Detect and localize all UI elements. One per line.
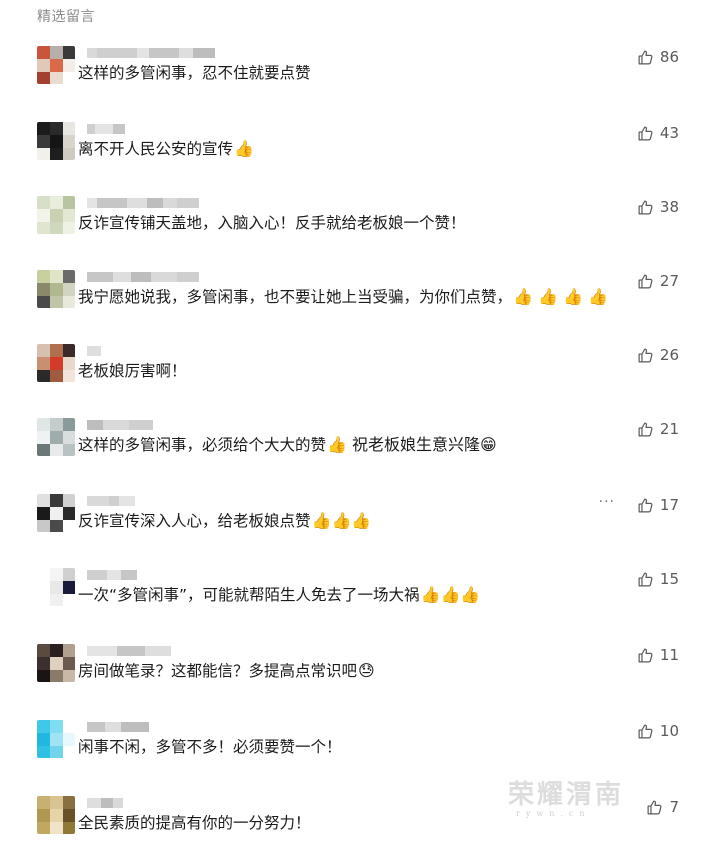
avatar[interactable] <box>37 418 75 456</box>
comment-body: 反诈宣传深入人心，给老板娘点赞 <box>78 512 311 530</box>
like-count: 26 <box>659 346 679 364</box>
comment-body: 这样的多管闲事，忍不住就要点赞 <box>78 64 311 82</box>
comment-text: 一次“多管闲事”，可能就帮陌生人免去了一场大祸👍👍👍 <box>78 584 480 606</box>
like-count: 38 <box>659 198 679 216</box>
comment-item[interactable]: 闲事不闲，多管不多！必须要赞一个！ 10 <box>0 720 705 780</box>
comment-emoji: 👍 祝老板娘生意兴隆😁 <box>327 435 497 454</box>
like-button[interactable]: 86 <box>637 48 679 66</box>
avatar[interactable] <box>37 46 75 84</box>
like-button[interactable]: 17 <box>637 496 679 514</box>
nickname-blurred <box>87 420 153 430</box>
thumbs-up-icon <box>637 723 654 740</box>
comment-body: 房间做笔录？这都能信？多提高点常识吧 <box>78 662 358 680</box>
comment-body: 一次“多管闲事”，可能就帮陌生人免去了一场大祸 <box>78 586 420 604</box>
thumbs-up-icon <box>637 347 654 364</box>
thumbs-up-icon <box>637 571 654 588</box>
avatar[interactable] <box>37 270 75 308</box>
avatar[interactable] <box>37 644 75 682</box>
comment-body: 离不开人民公安的宣传 <box>78 140 234 158</box>
nickname-blurred <box>87 124 125 134</box>
comment-text: 房间做笔录？这都能信？多提高点常识吧😓 <box>78 660 375 682</box>
nickname-blurred <box>87 198 199 208</box>
like-count: 27 <box>659 272 679 290</box>
like-count: 86 <box>659 48 679 66</box>
like-count: 21 <box>659 420 679 438</box>
like-button[interactable]: 38 <box>637 198 679 216</box>
comment-emoji: 😓 <box>358 661 375 680</box>
nickname-blurred <box>87 272 199 282</box>
comment-text: 这样的多管闲事，忍不住就要点赞 <box>78 62 311 84</box>
like-count: 17 <box>659 496 679 514</box>
nickname-blurred <box>87 646 171 656</box>
like-button[interactable]: 43 <box>637 124 679 142</box>
comment-item[interactable]: 这样的多管闲事，忍不住就要点赞 86 <box>0 46 705 106</box>
like-button[interactable]: 27 <box>637 272 679 290</box>
more-options-button[interactable]: ··· <box>599 494 615 510</box>
comment-item[interactable]: 反诈宣传铺天盖地，入脑入心！反手就给老板娘一个赞！ 38 <box>0 196 705 256</box>
comment-body: 反诈宣传铺天盖地，入脑入心！反手就给老板娘一个赞！ <box>78 214 466 232</box>
thumbs-up-icon <box>637 647 654 664</box>
watermark-logo: 荣耀渭南 <box>508 780 625 810</box>
thumbs-up-icon <box>637 199 654 216</box>
avatar[interactable] <box>37 196 75 234</box>
comment-body: 我宁愿她说我，多管闲事，也不要让她上当受骗，为你们点赞， <box>78 288 513 306</box>
like-button[interactable]: 7 <box>646 798 679 816</box>
thumbs-up-icon <box>637 273 654 290</box>
comment-body: 老板娘厉害啊！ <box>78 362 187 380</box>
avatar[interactable] <box>37 122 75 160</box>
comment-text: 这样的多管闲事，必须给个大大的赞👍 祝老板娘生意兴隆😁 <box>78 434 497 456</box>
comment-emoji: 👍👍👍 <box>420 585 481 604</box>
thumbs-up-icon <box>637 125 654 142</box>
like-button[interactable]: 10 <box>637 722 679 740</box>
nickname-blurred <box>87 346 101 356</box>
comment-body: 闲事不闲，多管不多！必须要赞一个！ <box>78 738 342 756</box>
thumbs-up-icon <box>637 49 654 66</box>
comment-text: 离不开人民公安的宣传👍 <box>78 138 254 160</box>
like-count: 15 <box>659 570 679 588</box>
avatar[interactable] <box>37 796 75 834</box>
thumbs-up-icon <box>646 799 663 816</box>
nickname-blurred <box>87 570 137 580</box>
nickname-blurred <box>87 48 215 58</box>
like-button[interactable]: 11 <box>637 646 679 664</box>
nickname-blurred <box>87 496 135 506</box>
comment-body: 全民素质的提高有你的一分努力！ <box>78 814 311 832</box>
comment-text: 闲事不闲，多管不多！必须要赞一个！ <box>78 736 342 758</box>
comment-item[interactable]: 这样的多管闲事，必须给个大大的赞👍 祝老板娘生意兴隆😁 21 <box>0 418 705 478</box>
nickname-blurred <box>87 722 149 732</box>
like-count: 10 <box>659 722 679 740</box>
thumbs-up-icon <box>637 421 654 438</box>
comment-text: 老板娘厉害啊！ <box>78 360 187 382</box>
avatar[interactable] <box>37 568 75 606</box>
comment-emoji: 👍 <box>234 139 254 158</box>
section-title: 精选留言 <box>37 9 95 25</box>
comment-emoji: 👍 👍 👍 👍 <box>513 287 608 306</box>
avatar[interactable] <box>37 344 75 382</box>
like-count: 11 <box>659 646 679 664</box>
comment-item[interactable]: 房间做笔录？这都能信？多提高点常识吧😓 11 <box>0 644 705 704</box>
comment-body: 这样的多管闲事，必须给个大大的赞 <box>78 436 327 454</box>
nickname-blurred <box>87 798 123 808</box>
comment-item[interactable]: 一次“多管闲事”，可能就帮陌生人免去了一场大祸👍👍👍 15 <box>0 568 705 628</box>
comment-text: 反诈宣传深入人心，给老板娘点赞👍👍👍 <box>78 510 371 532</box>
watermark: 荣耀渭南 rywn.cn <box>508 774 624 818</box>
like-count: 43 <box>659 124 679 142</box>
comment-emoji: 👍👍👍 <box>311 511 372 530</box>
comment-item[interactable]: 老板娘厉害啊！ 26 <box>0 344 705 404</box>
like-button[interactable]: 21 <box>637 420 679 438</box>
comment-item[interactable]: 我宁愿她说我，多管闲事，也不要让她上当受骗，为你们点赞，👍 👍 👍 👍 27 <box>0 270 705 330</box>
avatar[interactable] <box>37 720 75 758</box>
comment-text: 全民素质的提高有你的一分努力！ <box>78 812 311 834</box>
like-button[interactable]: 15 <box>637 570 679 588</box>
like-button[interactable]: 26 <box>637 346 679 364</box>
comment-item[interactable]: 反诈宣传深入人心，给老板娘点赞👍👍👍 ··· 17 <box>0 494 705 554</box>
comment-text: 反诈宣传铺天盖地，入脑入心！反手就给老板娘一个赞！ <box>78 212 466 234</box>
comment-text: 我宁愿她说我，多管闲事，也不要让她上当受骗，为你们点赞，👍 👍 👍 👍 <box>78 286 608 308</box>
thumbs-up-icon <box>637 497 654 514</box>
comment-item[interactable]: 离不开人民公安的宣传👍 43 <box>0 122 705 182</box>
like-count: 7 <box>669 798 679 816</box>
avatar[interactable] <box>37 494 75 532</box>
